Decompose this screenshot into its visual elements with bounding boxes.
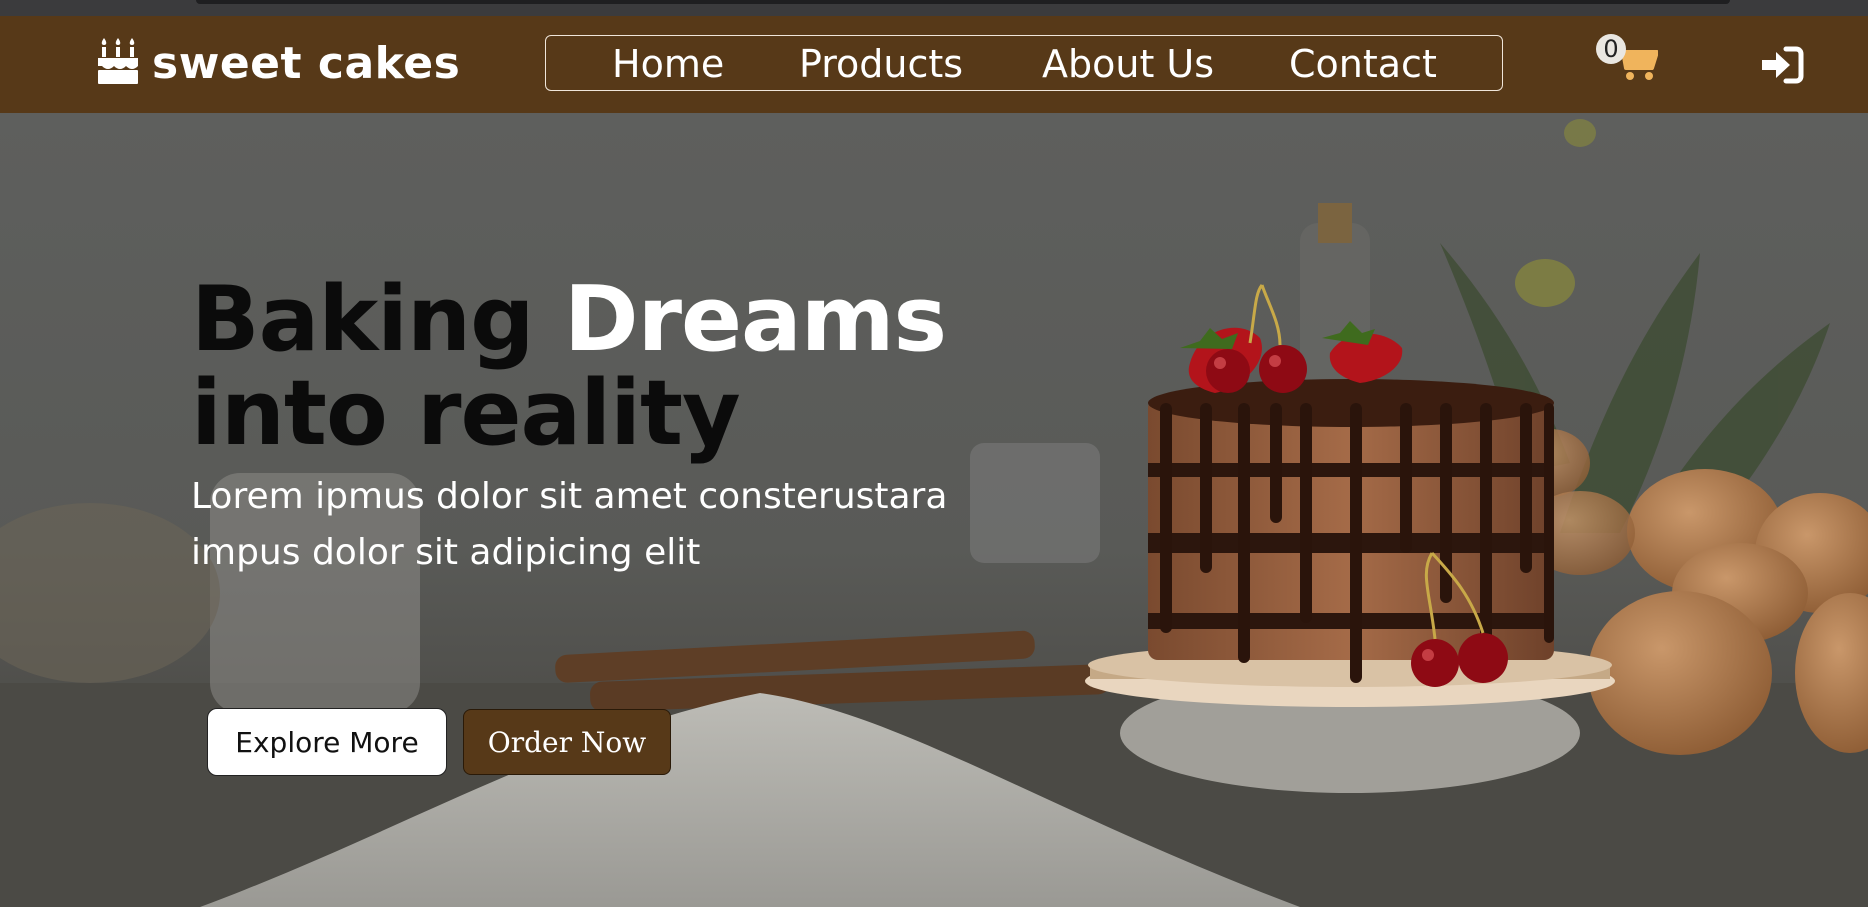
brand-logo[interactable]: sweet cakes: [96, 36, 461, 90]
hero-title-dark-2: into reality: [191, 361, 741, 466]
hero-title-dark-1: Baking: [191, 267, 535, 372]
birthday-cake-icon: [96, 36, 140, 90]
nav-home-link[interactable]: Home: [612, 42, 724, 86]
main-nav: Home Products About Us Contact: [545, 35, 1503, 91]
sign-in-icon: [1760, 46, 1804, 89]
brand-name: sweet cakes: [152, 37, 461, 89]
explore-more-button[interactable]: Explore More: [207, 708, 447, 776]
order-now-button[interactable]: Order Now: [463, 709, 671, 775]
nav-contact-link[interactable]: Contact: [1289, 42, 1437, 86]
hero-title: Baking Dreams into reality: [191, 273, 947, 461]
cart-button[interactable]: 0: [1596, 34, 1660, 84]
login-button[interactable]: [1760, 45, 1804, 85]
hero-subtitle: Lorem ipmus dolor sit amet consterustara…: [191, 476, 948, 573]
nav-about-link[interactable]: About Us: [1042, 42, 1214, 86]
browser-frame-edge: [196, 0, 1730, 4]
nav-products-link[interactable]: Products: [799, 42, 963, 86]
cart-count-badge: 0: [1596, 34, 1626, 64]
browser-top-strip: [0, 0, 1868, 16]
navbar: sweet cakes Home Products About Us Conta…: [0, 16, 1868, 113]
hero-section: Baking Dreams into reality Lorem ipmus d…: [0, 113, 1868, 907]
hero-title-light: Dreams: [563, 267, 947, 372]
